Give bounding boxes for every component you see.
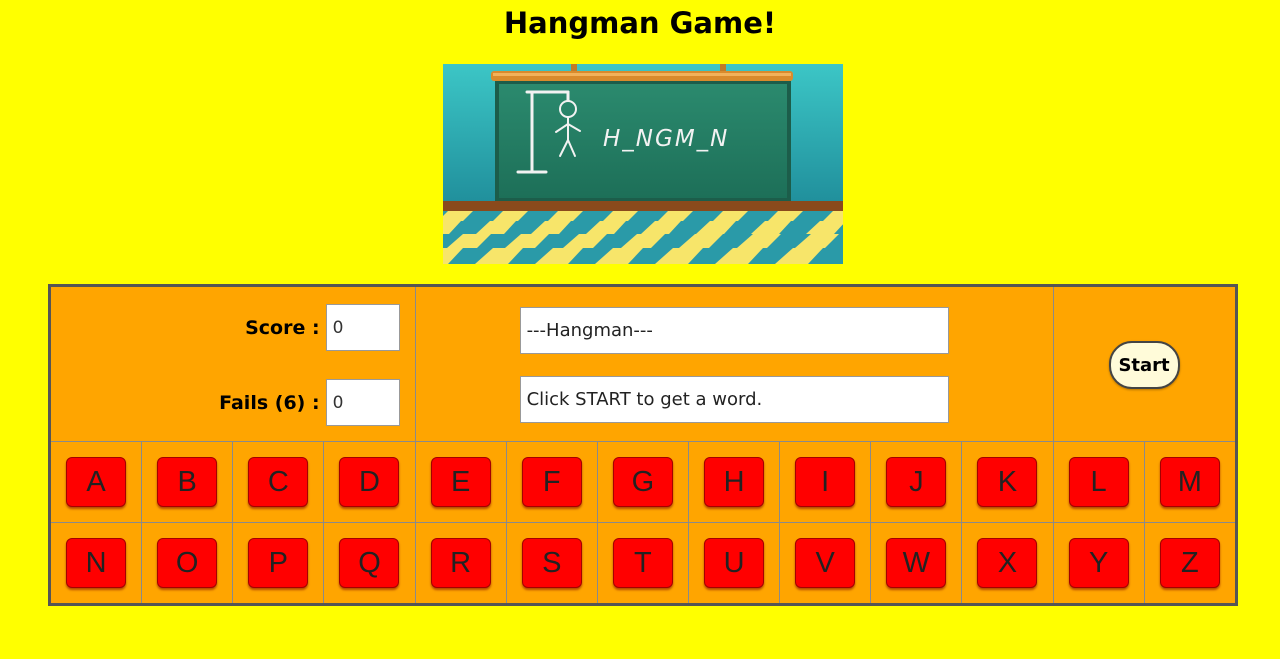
letter-cell: T — [596, 522, 689, 605]
message-field[interactable] — [519, 376, 949, 423]
letter-button-g[interactable]: G — [612, 457, 673, 507]
letter-cell: X — [961, 522, 1054, 605]
letter-button-s[interactable]: S — [521, 538, 582, 588]
letter-button-o[interactable]: O — [157, 538, 218, 588]
letter-button-p[interactable]: P — [248, 538, 309, 588]
letter-button-t[interactable]: T — [612, 538, 673, 588]
letter-button-c[interactable]: C — [248, 457, 309, 507]
letter-cell: Z — [1143, 522, 1238, 605]
letter-cell: L — [1052, 441, 1145, 523]
letter-cell: K — [961, 441, 1054, 523]
letter-cell: B — [141, 441, 234, 523]
letter-button-w[interactable]: W — [886, 538, 947, 588]
letter-button-i[interactable]: I — [795, 457, 856, 507]
letter-cell: W — [870, 522, 963, 605]
page-title: Hangman Game! — [503, 6, 777, 40]
letter-cell: A — [48, 441, 143, 523]
letter-button-n[interactable]: N — [66, 538, 127, 588]
letter-cell: M — [1143, 441, 1238, 523]
letter-button-q[interactable]: Q — [339, 538, 400, 588]
score-panel: Score : Fails (6) : — [49, 285, 416, 442]
letter-cell: Y — [1052, 522, 1145, 605]
letter-cell: Q — [323, 522, 416, 605]
hangman-banner-image: H_NGM_N — [443, 64, 843, 264]
letter-button-d[interactable]: D — [339, 457, 400, 507]
letter-cell: C — [232, 441, 325, 523]
game-panel: Score : Fails (6) : Start ABCDEFGHIJKLM … — [48, 284, 1238, 606]
word-field[interactable] — [519, 307, 949, 354]
letter-button-e[interactable]: E — [430, 457, 491, 507]
banner-word-text: H_NGM_N — [603, 126, 729, 152]
letter-button-k[interactable]: K — [977, 457, 1038, 507]
letter-button-l[interactable]: L — [1068, 457, 1129, 507]
letter-cell: G — [596, 441, 689, 523]
letter-button-u[interactable]: U — [704, 538, 765, 588]
letter-cell: N — [48, 522, 143, 605]
letter-cell: I — [779, 441, 872, 523]
letter-button-f[interactable]: F — [521, 457, 582, 507]
letter-button-y[interactable]: Y — [1068, 538, 1129, 588]
letter-button-h[interactable]: H — [704, 457, 765, 507]
letter-button-j[interactable]: J — [886, 457, 947, 507]
letter-cell: R — [414, 522, 507, 605]
score-field[interactable] — [325, 304, 400, 351]
letter-button-z[interactable]: Z — [1159, 538, 1220, 588]
letter-cell: H — [687, 441, 781, 523]
score-label: Score : — [245, 316, 320, 339]
letter-cell: F — [505, 441, 598, 523]
start-panel: Start — [1052, 285, 1238, 442]
letter-cell: U — [687, 522, 781, 605]
letter-cell: J — [870, 441, 963, 523]
letter-cell: S — [505, 522, 598, 605]
letter-row-1: ABCDEFGHIJKLM — [48, 441, 1238, 523]
fails-label: Fails (6) : — [219, 391, 320, 414]
letter-button-a[interactable]: A — [66, 457, 127, 507]
letter-button-m[interactable]: M — [1159, 457, 1220, 507]
letter-button-v[interactable]: V — [795, 538, 856, 588]
letter-button-r[interactable]: R — [430, 538, 491, 588]
word-panel — [414, 285, 1054, 442]
start-button[interactable]: Start — [1108, 341, 1180, 389]
letter-cell: D — [323, 441, 416, 523]
fails-field[interactable] — [325, 379, 400, 426]
letter-cell: O — [141, 522, 234, 605]
letter-button-x[interactable]: X — [977, 538, 1038, 588]
letter-cell: E — [414, 441, 507, 523]
letter-row-2: NOPQRSTUVWXYZ — [48, 522, 1238, 605]
letter-button-b[interactable]: B — [157, 457, 218, 507]
letter-cell: V — [779, 522, 872, 605]
letter-cell: P — [232, 522, 325, 605]
